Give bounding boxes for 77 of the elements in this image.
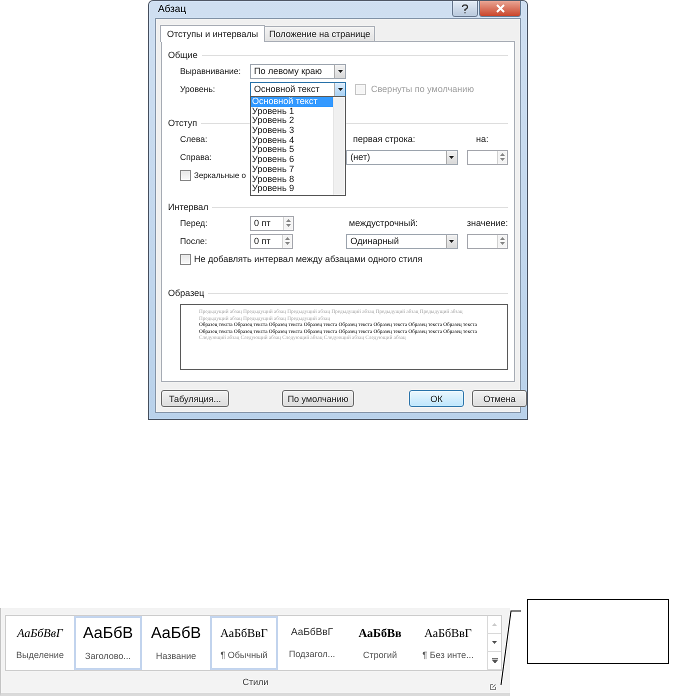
spin-arrows-icon [285, 236, 290, 246]
style-name: Строгий [363, 650, 397, 660]
dropdown-option[interactable]: Уровень 2 [251, 116, 333, 126]
field-label: значение: [466, 218, 508, 228]
field-label: Слева: [180, 134, 208, 144]
up-icon [492, 623, 497, 626]
field-label: на: [476, 134, 488, 144]
dialog-launcher-icon[interactable] [490, 684, 496, 690]
down-icon [492, 641, 497, 644]
close-icon [496, 4, 504, 13]
section-heading: Общие [168, 50, 198, 60]
field-label: Выравнивание: [180, 66, 242, 76]
style-name: Заголово... [85, 650, 131, 661]
dropdown-option[interactable]: Уровень 8 [251, 174, 333, 184]
dropdown-option[interactable]: Уровень 1 [251, 106, 333, 116]
help-button[interactable] [452, 1, 478, 17]
group-label: Стили [242, 677, 268, 687]
field-label: Перед: [180, 218, 208, 228]
dialog-button[interactable]: Табуляция... [161, 390, 229, 407]
style-item[interactable]: АаБбВ Заголово... [74, 616, 142, 670]
tab[interactable]: Положение на странице [264, 26, 376, 41]
field-label: Справа: [180, 152, 213, 162]
dropdown-option[interactable]: Уровень 9 [251, 184, 333, 194]
more-icon [492, 658, 498, 663]
style-sample: АаБбВвГ [290, 628, 334, 638]
spin-arrows-icon [286, 218, 292, 228]
section-heading: Интервал [168, 202, 208, 212]
line-spacing-dropdown[interactable]: Одинарный [346, 234, 458, 248]
alignment-dropdown[interactable]: По левому краю [250, 64, 346, 78]
style-sample: АаБбВ [150, 626, 202, 642]
style-sample: АаБбВв [358, 627, 402, 640]
spin-field[interactable]: 0 пт [250, 216, 294, 230]
caret-icon [338, 88, 342, 90]
field-label: междустрочный: [348, 218, 419, 228]
style-name: ¶ Обычный [220, 650, 268, 660]
checkbox-label: Зеркальные о [194, 170, 246, 180]
dropdown-option[interactable]: Уровень 3 [251, 126, 333, 136]
dropdown-option[interactable]: Уровень 4 [251, 136, 333, 146]
checkbox-label: Свернуты по умолчанию [371, 84, 474, 94]
style-item[interactable]: АаБбВвГ ¶ Обычный [210, 616, 278, 670]
style-sample: АаБбВ [82, 626, 134, 642]
window-title: Абзац [157, 4, 186, 15]
style-name: Название [156, 650, 196, 661]
spin-arrows-icon [500, 236, 505, 246]
scrollbar[interactable] [333, 97, 345, 195]
checkbox[interactable] [180, 170, 191, 180]
dialog-button[interactable]: Отмена [472, 390, 527, 407]
level-dropdown[interactable]: Основной текст [250, 82, 346, 96]
field-label: После: [180, 236, 208, 246]
style-sample: АаБбВвГ [220, 627, 268, 640]
spin-field[interactable] [466, 234, 508, 248]
checkbox[interactable] [180, 254, 191, 264]
help-icon [461, 4, 469, 14]
dropdown-option[interactable]: Уровень 6 [251, 155, 333, 165]
field-label: Уровень: [180, 84, 216, 94]
caret-icon [449, 156, 454, 158]
dialog-button[interactable]: По умолчанию [282, 390, 354, 407]
section-heading: Отступ [168, 118, 198, 128]
spin-field[interactable]: 0 пт [250, 234, 294, 248]
style-sample: АаБбВвГ [17, 627, 63, 640]
dropdown-option[interactable]: Уровень 5 [251, 145, 333, 156]
dialog-button[interactable]: ОК [409, 390, 464, 407]
spin-field[interactable] [466, 150, 508, 164]
style-name: ¶ Без инте... [422, 650, 474, 660]
caret-icon [338, 70, 342, 72]
caret-icon [449, 240, 454, 242]
dropdown-option[interactable]: Уровень 7 [251, 164, 333, 174]
field-label: первая строка: [353, 134, 416, 144]
checkbox-label: Не добавлять интервал между абзацами одного стиля [194, 254, 422, 264]
style-name: Подзагол... [288, 649, 336, 660]
first-line-dropdown[interactable]: (нет) [346, 150, 458, 164]
tab[interactable]: Отступы и интервалы [160, 25, 266, 42]
close-button[interactable] [479, 1, 521, 17]
section-heading: Образец [168, 288, 204, 298]
style-name: Выделение [16, 650, 64, 660]
spin-arrows-icon [500, 152, 505, 162]
style-sample: АаБбВвГ [424, 627, 472, 640]
